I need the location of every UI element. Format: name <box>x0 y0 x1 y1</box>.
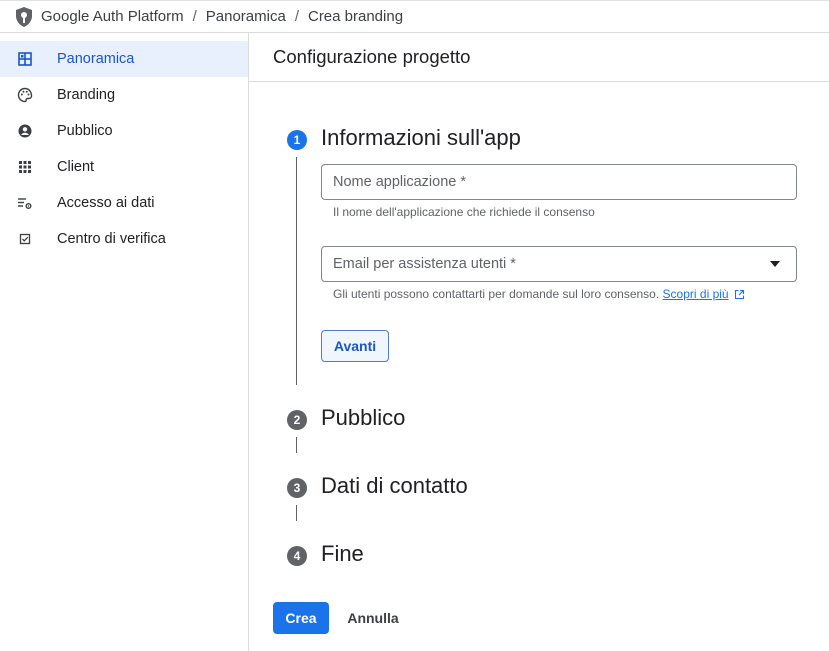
step-1-indicator: 1 <box>287 130 307 150</box>
learn-more-link[interactable]: Scopri di più <box>663 287 729 301</box>
open-in-new-icon <box>734 289 745 303</box>
dashboard-icon <box>17 51 33 67</box>
sidebar-item-label: Panoramica <box>57 51 135 67</box>
sidebar-item-branding[interactable]: Branding <box>0 77 248 113</box>
support-email-placeholder: Email per assistenza utenti * <box>333 256 516 272</box>
breadcrumb-item-current: Crea branding <box>307 8 404 25</box>
step-4-title: Fine <box>321 541 364 566</box>
next-button[interactable]: Avanti <box>321 330 389 362</box>
breadcrumb-separator: / <box>294 8 299 25</box>
step-2-indicator: 2 <box>287 410 307 430</box>
app-name-input[interactable]: Nome applicazione * <box>321 164 797 200</box>
step-4-indicator: 4 <box>287 546 307 566</box>
step-1-title: Informazioni sull'app <box>321 125 521 150</box>
sidebar-item-panoramica[interactable]: Panoramica <box>0 41 248 77</box>
data-settings-icon <box>17 195 33 211</box>
support-email-helper: Gli utenti possono contattarti per doman… <box>333 287 745 303</box>
step-connector <box>296 437 297 453</box>
sidebar-item-label: Pubblico <box>57 123 113 139</box>
main-content: Configurazione progetto 1 Informazioni s… <box>249 33 829 651</box>
grid-icon <box>17 159 33 175</box>
support-email-select[interactable]: Email per assistenza utenti * <box>321 246 797 282</box>
create-button[interactable]: Crea <box>273 602 329 634</box>
breadcrumb-item-overview[interactable]: Panoramica <box>206 8 286 25</box>
page-title: Configurazione progetto <box>249 33 829 82</box>
dropdown-arrow-icon <box>770 261 780 267</box>
step-3-indicator: 3 <box>287 478 307 498</box>
support-email-helper-text: Gli utenti possono contattarti per doman… <box>333 287 660 301</box>
sidebar: Panoramica Branding Pubblico Client Acce… <box>0 33 249 651</box>
app-name-helper: Il nome dell'applicazione che richiede i… <box>333 205 595 219</box>
breadcrumb-item-platform[interactable]: Google Auth Platform <box>41 8 184 25</box>
sidebar-item-label: Centro di verifica <box>57 231 166 247</box>
palette-icon <box>17 87 33 103</box>
breadcrumb-separator: / <box>192 8 197 25</box>
cancel-button[interactable]: Annulla <box>341 602 405 634</box>
shield-logo-icon <box>14 5 36 29</box>
sidebar-item-pubblico[interactable]: Pubblico <box>0 113 248 149</box>
sidebar-item-centro-verifica[interactable]: Centro di verifica <box>0 221 248 257</box>
sidebar-item-label: Branding <box>57 87 116 103</box>
step-2-title: Pubblico <box>321 405 406 430</box>
step-connector <box>296 157 297 385</box>
step-connector <box>296 505 297 521</box>
breadcrumb: Google Auth Platform / Panoramica / Crea… <box>0 0 829 33</box>
sidebar-item-label: Accesso ai dati <box>57 195 155 211</box>
sidebar-item-client[interactable]: Client <box>0 149 248 185</box>
account-circle-icon <box>17 123 33 139</box>
checkbox-icon <box>17 231 33 247</box>
step-3-title: Dati di contatto <box>321 473 468 498</box>
sidebar-item-accesso-dati[interactable]: Accesso ai dati <box>0 185 248 221</box>
sidebar-item-label: Client <box>57 159 95 175</box>
